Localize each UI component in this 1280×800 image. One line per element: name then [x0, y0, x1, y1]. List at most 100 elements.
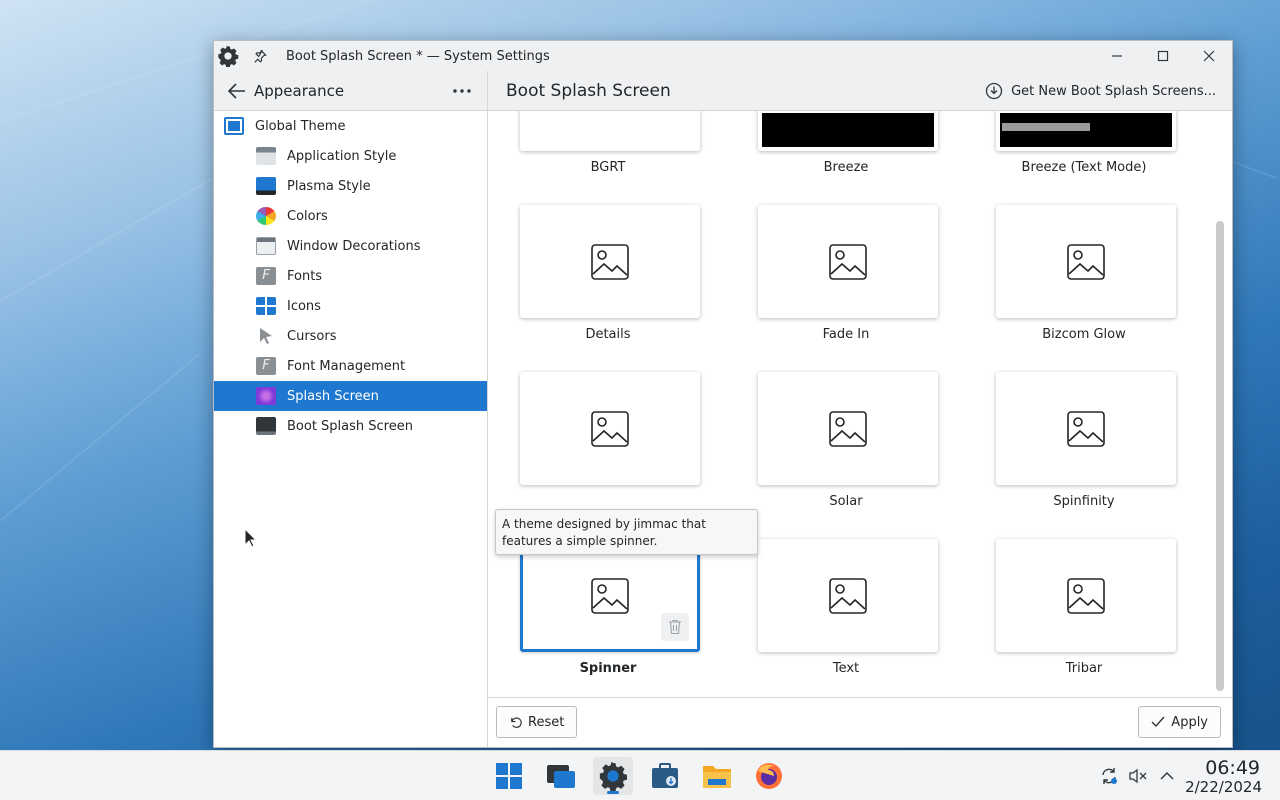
sidebar-item-label: Colors [287, 208, 328, 224]
apply-button[interactable]: Apply [1138, 706, 1221, 738]
window-title: Boot Splash Screen * — System Settings [286, 48, 550, 64]
gear-icon[interactable] [214, 41, 242, 71]
sidebar-item-global-theme[interactable]: Global Theme [214, 111, 487, 141]
theme-card-fade-in[interactable] [758, 205, 938, 318]
reset-label: Reset [528, 714, 565, 730]
image-placeholder-icon [591, 577, 629, 614]
icons-icon [256, 297, 276, 315]
window-decorations-icon [256, 237, 276, 255]
cursors-icon [256, 327, 276, 345]
theme-card-tribar[interactable] [996, 539, 1176, 652]
minimize-icon[interactable] [1094, 41, 1140, 71]
sidebar: Appearance Global Theme Application Styl… [214, 71, 488, 747]
sidebar-item-label: Plasma Style [287, 178, 371, 194]
pin-icon[interactable] [242, 41, 278, 71]
page-title: Boot Splash Screen [506, 80, 671, 101]
theme-card-bgrt[interactable] [520, 111, 700, 151]
image-placeholder-icon [829, 577, 867, 614]
download-icon [985, 82, 1003, 100]
title-bar[interactable]: Boot Splash Screen * — System Settings [214, 41, 1232, 71]
clock-time[interactable]: 06:49 [1205, 757, 1260, 779]
theme-label: Text [832, 661, 860, 676]
theme-label: Fade In [822, 327, 870, 342]
sidebar-header: Appearance [214, 71, 487, 111]
theme-label: Details [585, 327, 631, 342]
theme-label: Spinner [579, 661, 637, 676]
back-arrow-icon[interactable] [222, 76, 252, 106]
delete-theme-button[interactable] [661, 613, 689, 641]
theme-grid[interactable]: BGRT Breeze Breeze (Text Mode) Details F… [488, 111, 1232, 699]
theme-card-details[interactable] [520, 205, 700, 318]
fonts-icon: F [256, 267, 276, 285]
image-placeholder-icon [829, 243, 867, 280]
start-menu-icon[interactable] [489, 757, 529, 795]
file-manager-icon[interactable] [697, 757, 737, 795]
volume-muted-icon[interactable] [1127, 765, 1149, 787]
sidebar-item-icons[interactable]: Icons [214, 291, 487, 321]
sidebar-item-cursors[interactable]: Cursors [214, 321, 487, 351]
trash-icon [669, 619, 681, 635]
image-placeholder-icon [1067, 577, 1105, 614]
theme-label: Spinfinity [1053, 494, 1115, 509]
get-new-label: Get New Boot Splash Screens... [1011, 83, 1216, 99]
theme-preview [762, 113, 934, 147]
main-panel: Boot Splash Screen Get New Boot Splash S… [488, 71, 1232, 747]
more-options-icon[interactable] [447, 76, 477, 106]
sidebar-item-plasma-style[interactable]: Plasma Style [214, 171, 487, 201]
theme-card-spinner[interactable] [520, 539, 700, 652]
sidebar-item-label: Boot Splash Screen [287, 418, 413, 434]
sidebar-item-boot-splash-screen[interactable]: Boot Splash Screen [214, 411, 487, 441]
scrollbar[interactable] [1216, 221, 1224, 691]
system-settings-icon[interactable] [593, 757, 633, 795]
apply-label: Apply [1171, 714, 1208, 730]
sidebar-item-application-style[interactable]: Application Style [214, 141, 487, 171]
image-placeholder-icon [1067, 410, 1105, 447]
tray-expand-icon[interactable] [1156, 765, 1178, 787]
theme-card-unnamed[interactable] [520, 372, 700, 485]
sidebar-item-label: Icons [287, 298, 321, 314]
theme-card-solar[interactable] [758, 372, 938, 485]
theme-label: Bizcom Glow [1042, 327, 1126, 342]
theme-preview [1000, 113, 1172, 147]
clock-date[interactable]: 2/22/2024 [1185, 778, 1262, 796]
sidebar-item-label: Fonts [287, 268, 323, 284]
theme-card-breeze[interactable] [758, 111, 938, 151]
global-theme-icon [224, 117, 244, 135]
theme-card-spinfinity[interactable] [996, 372, 1176, 485]
maximize-icon[interactable] [1140, 41, 1186, 71]
boot-splash-icon [256, 417, 276, 435]
theme-label: BGRT [590, 160, 626, 175]
sidebar-item-splash-screen[interactable]: Splash Screen [214, 381, 487, 411]
discover-icon[interactable] [645, 757, 685, 795]
get-new-button[interactable]: Get New Boot Splash Screens... [985, 71, 1216, 111]
theme-label: Tribar [1065, 661, 1103, 676]
font-management-icon: F [256, 357, 276, 375]
theme-card-breeze-text[interactable] [996, 111, 1176, 151]
theme-card-bizcom-glow[interactable] [996, 205, 1176, 318]
mouse-cursor-icon [244, 528, 258, 548]
sidebar-item-label: Splash Screen [287, 388, 379, 404]
system-settings-window: Boot Splash Screen * — System Settings A… [213, 40, 1233, 748]
sidebar-title: Appearance [254, 81, 345, 100]
theme-label: Breeze (Text Mode) [1021, 160, 1147, 175]
image-placeholder-icon [1067, 243, 1105, 280]
theme-label: Solar [829, 494, 863, 509]
theme-card-text[interactable] [758, 539, 938, 652]
sidebar-item-label: Font Management [287, 358, 406, 374]
sidebar-item-label: Global Theme [255, 118, 346, 134]
sidebar-item-window-decorations[interactable]: Window Decorations [214, 231, 487, 261]
image-placeholder-icon [591, 410, 629, 447]
splash-screen-icon [256, 387, 276, 405]
close-icon[interactable] [1186, 41, 1232, 71]
image-placeholder-icon [591, 243, 629, 280]
sidebar-item-colors[interactable]: Colors [214, 201, 487, 231]
theme-label: Breeze [823, 160, 869, 175]
main-header: Boot Splash Screen Get New Boot Splash S… [488, 71, 1232, 111]
overview-icon[interactable] [541, 757, 581, 795]
sidebar-item-font-management[interactable]: F Font Management [214, 351, 487, 381]
firefox-icon[interactable] [749, 757, 789, 795]
reset-button[interactable]: Reset [496, 706, 578, 738]
sidebar-item-fonts[interactable]: F Fonts [214, 261, 487, 291]
update-icon[interactable] [1098, 765, 1120, 787]
checkmark-icon [1151, 716, 1165, 728]
